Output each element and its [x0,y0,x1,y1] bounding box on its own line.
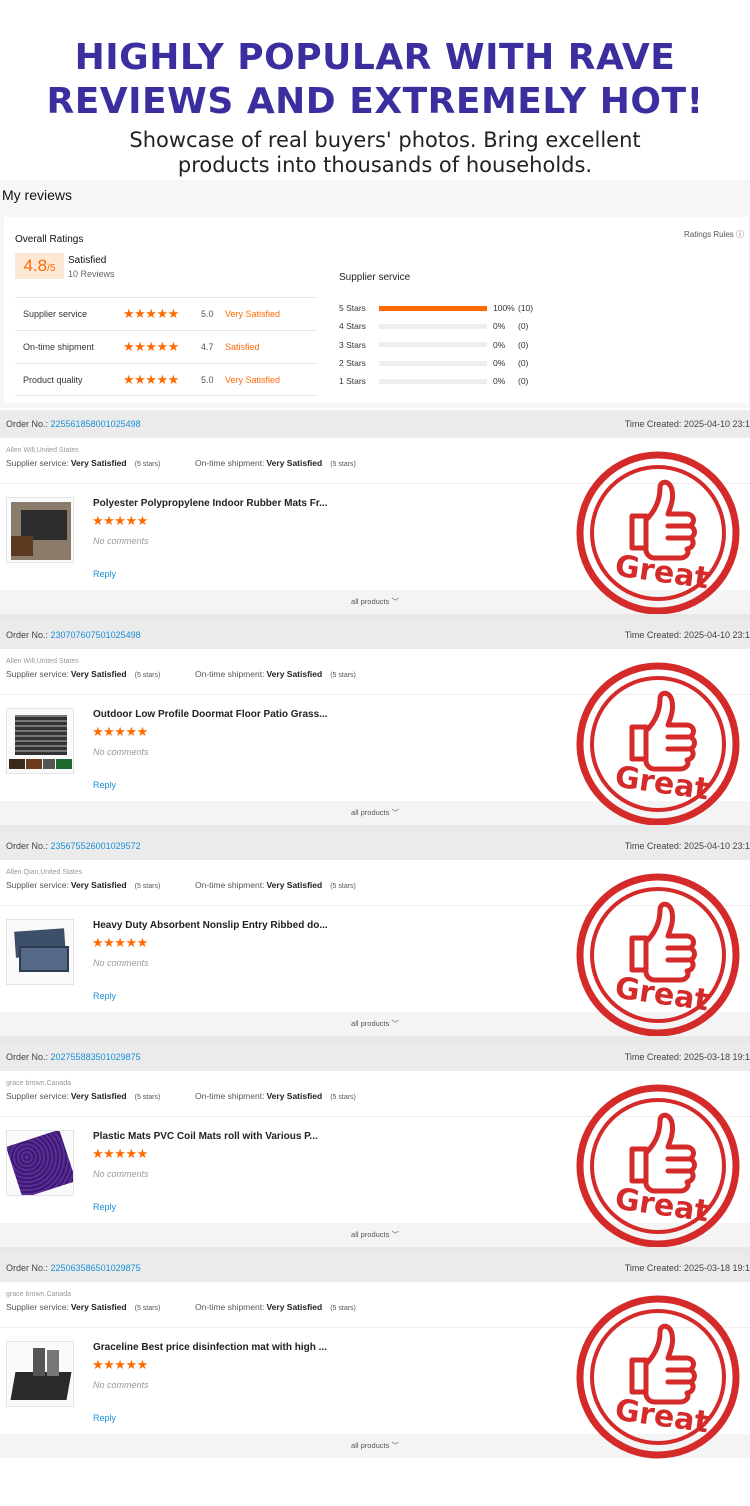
reply-link[interactable]: Reply [93,569,116,579]
progress-bar [379,360,487,366]
svg-text:Great: Great [613,1393,711,1441]
progress-bar [379,378,487,384]
order-number-link[interactable]: 225063586501029875 [51,1263,141,1273]
product-thumbnail[interactable] [6,919,74,985]
great-stamp-icon: Great [576,662,740,826]
star-rating: ★★★★★ [92,935,148,950]
product-name-link[interactable]: Heavy Duty Absorbent Nonslip Entry Ribbe… [93,920,328,931]
order-number-link[interactable]: 202755883501029875 [51,1052,141,1062]
time-created: Time Created: 2025-04-10 23:1 [624,841,750,851]
no-comments-text: No comments [93,1380,149,1390]
product-thumbnail[interactable] [6,1130,74,1196]
svg-text:Great: Great [613,549,711,597]
star-breakdown: 5 Stars 100% (10) 4 Stars 0% (0) 3 Stars 0% (0… [339,299,533,390]
star-rating: ★★★★★ [92,1357,148,1372]
product-image-shape [10,1372,72,1400]
great-stamp-icon: Great [576,1084,740,1248]
star-rating: ★★★★★ [123,339,179,354]
product-image-shape [9,759,25,769]
overall-score: 4.8/5 [15,253,64,279]
product-image-shape [26,759,42,769]
no-comments-text: No comments [93,1169,149,1179]
star-breakdown-row: 4 Stars 0% (0) [339,321,529,332]
order-header: Order No.: 235675526001029572 Time Creat… [0,832,750,860]
reply-link[interactable]: Reply [93,1413,116,1423]
criteria-row: Product quality ★★★★★ 5.0 Very Satisfied [15,363,317,396]
no-comments-text: No comments [93,958,149,968]
order-number-link[interactable]: 225561858001025498 [51,419,141,429]
product-thumbnail[interactable] [6,1341,74,1407]
star-breakdown-row: 5 Stars 100% (10) [339,303,534,314]
product-name-link[interactable]: Polyester Polypropylene Indoor Rubber Ma… [93,498,328,509]
product-image-shape [43,759,55,769]
order-review-card: Order No.: 202755883501029875 Time Creat… [0,1043,750,1253]
hero-subtitle: Showcase of real buyers' photos. Bring e… [129,128,641,177]
star-rating: ★★★★★ [92,1146,148,1161]
product-name-link[interactable]: Outdoor Low Profile Doormat Floor Patio … [93,709,327,720]
order-number-link[interactable]: 235675526001029572 [51,841,141,851]
star-rating: ★★★★★ [92,724,148,739]
overall-ratings-label: Overall Ratings [15,234,84,245]
time-created: Time Created: 2025-03-18 19:1 [624,1263,750,1273]
product-thumbnail[interactable] [6,708,74,774]
progress-bar [379,305,487,311]
my-reviews-section: My reviews Overall Ratings Ratings Rules… [0,180,750,408]
product-thumbnail[interactable] [6,497,74,563]
reply-link[interactable]: Reply [93,1202,116,1212]
no-comments-text: No comments [93,536,149,546]
my-reviews-title: My reviews [2,187,73,203]
order-review-card: Order No.: 225063586501029875 Time Creat… [0,1254,750,1464]
order-review-card: Order No.: 230707607501025498 Time Creat… [0,621,750,831]
star-rating: ★★★★★ [92,513,148,528]
hero-headline: HIGHLY POPULAR WITH RAVE REVIEWS AND EXTR… [46,37,704,122]
reply-link[interactable]: Reply [93,991,116,1001]
svg-text:Great: Great [613,760,711,808]
product-image-shape [15,715,67,755]
svg-text:Great: Great [613,971,711,1019]
overall-ratings-card: Overall Ratings Ratings Rules ⓘ 4.8/5 Sa… [4,217,748,403]
star-rating: ★★★★★ [123,306,179,321]
time-created: Time Created: 2025-04-10 23:1 [624,630,750,640]
hero-banner: HIGHLY POPULAR WITH RAVE REVIEWS AND EXTR… [0,0,750,180]
product-image-shape [7,1131,73,1195]
supplier-service-title: Supplier service [339,272,411,283]
progress-bar [379,323,487,329]
product-name-link[interactable]: Graceline Best price disinfection mat wi… [93,1342,327,1353]
criteria-row: On-time shipment ★★★★★ 4.7 Satisfied [15,330,317,363]
order-header: Order No.: 202755883501029875 Time Creat… [0,1043,750,1071]
product-image-shape [19,946,69,972]
reply-link[interactable]: Reply [93,780,116,790]
criteria-table: Supplier service ★★★★★ 5.0 Very Satisfie… [15,297,317,396]
order-review-card: Order No.: 235675526001029572 Time Creat… [0,832,750,1042]
product-name-link[interactable]: Plastic Mats PVC Coil Mats roll with Var… [93,1131,318,1142]
order-review-card: Order No.: 225561858001025498 Time Creat… [0,410,750,620]
order-number-link[interactable]: 230707607501025498 [51,630,141,640]
criteria-row: Supplier service ★★★★★ 5.0 Very Satisfie… [15,297,317,330]
order-header: Order No.: 225063586501029875 Time Creat… [0,1254,750,1282]
star-breakdown-row: 3 Stars 0% (0) [339,339,529,350]
order-header: Order No.: 225561858001025498 Time Creat… [0,410,750,438]
time-created: Time Created: 2025-03-18 19:1 [624,1052,750,1062]
overall-satisfaction: Satisfied [68,255,107,266]
time-created: Time Created: 2025-04-10 23:1 [624,419,750,429]
product-image-shape [11,536,33,556]
star-rating: ★★★★★ [123,371,179,387]
star-breakdown-row: 2 Stars 0% (0) [339,358,529,369]
svg-text:Great: Great [613,1182,711,1230]
star-breakdown-row: 1 Stars 0% (0) [339,376,529,387]
great-stamp-icon: Great [576,1295,740,1459]
product-image-shape [33,1348,45,1376]
order-header: Order No.: 230707607501025498 Time Creat… [0,621,750,649]
product-image-shape [47,1350,59,1376]
ratings-rules-link[interactable]: Ratings Rules ⓘ [684,229,744,240]
no-comments-text: No comments [93,747,149,757]
review-count: 10 Reviews [68,269,115,279]
great-stamp-icon: Great [576,451,740,615]
great-stamp-icon: Great [576,873,740,1037]
progress-bar [379,342,487,348]
product-image-shape [56,759,72,769]
